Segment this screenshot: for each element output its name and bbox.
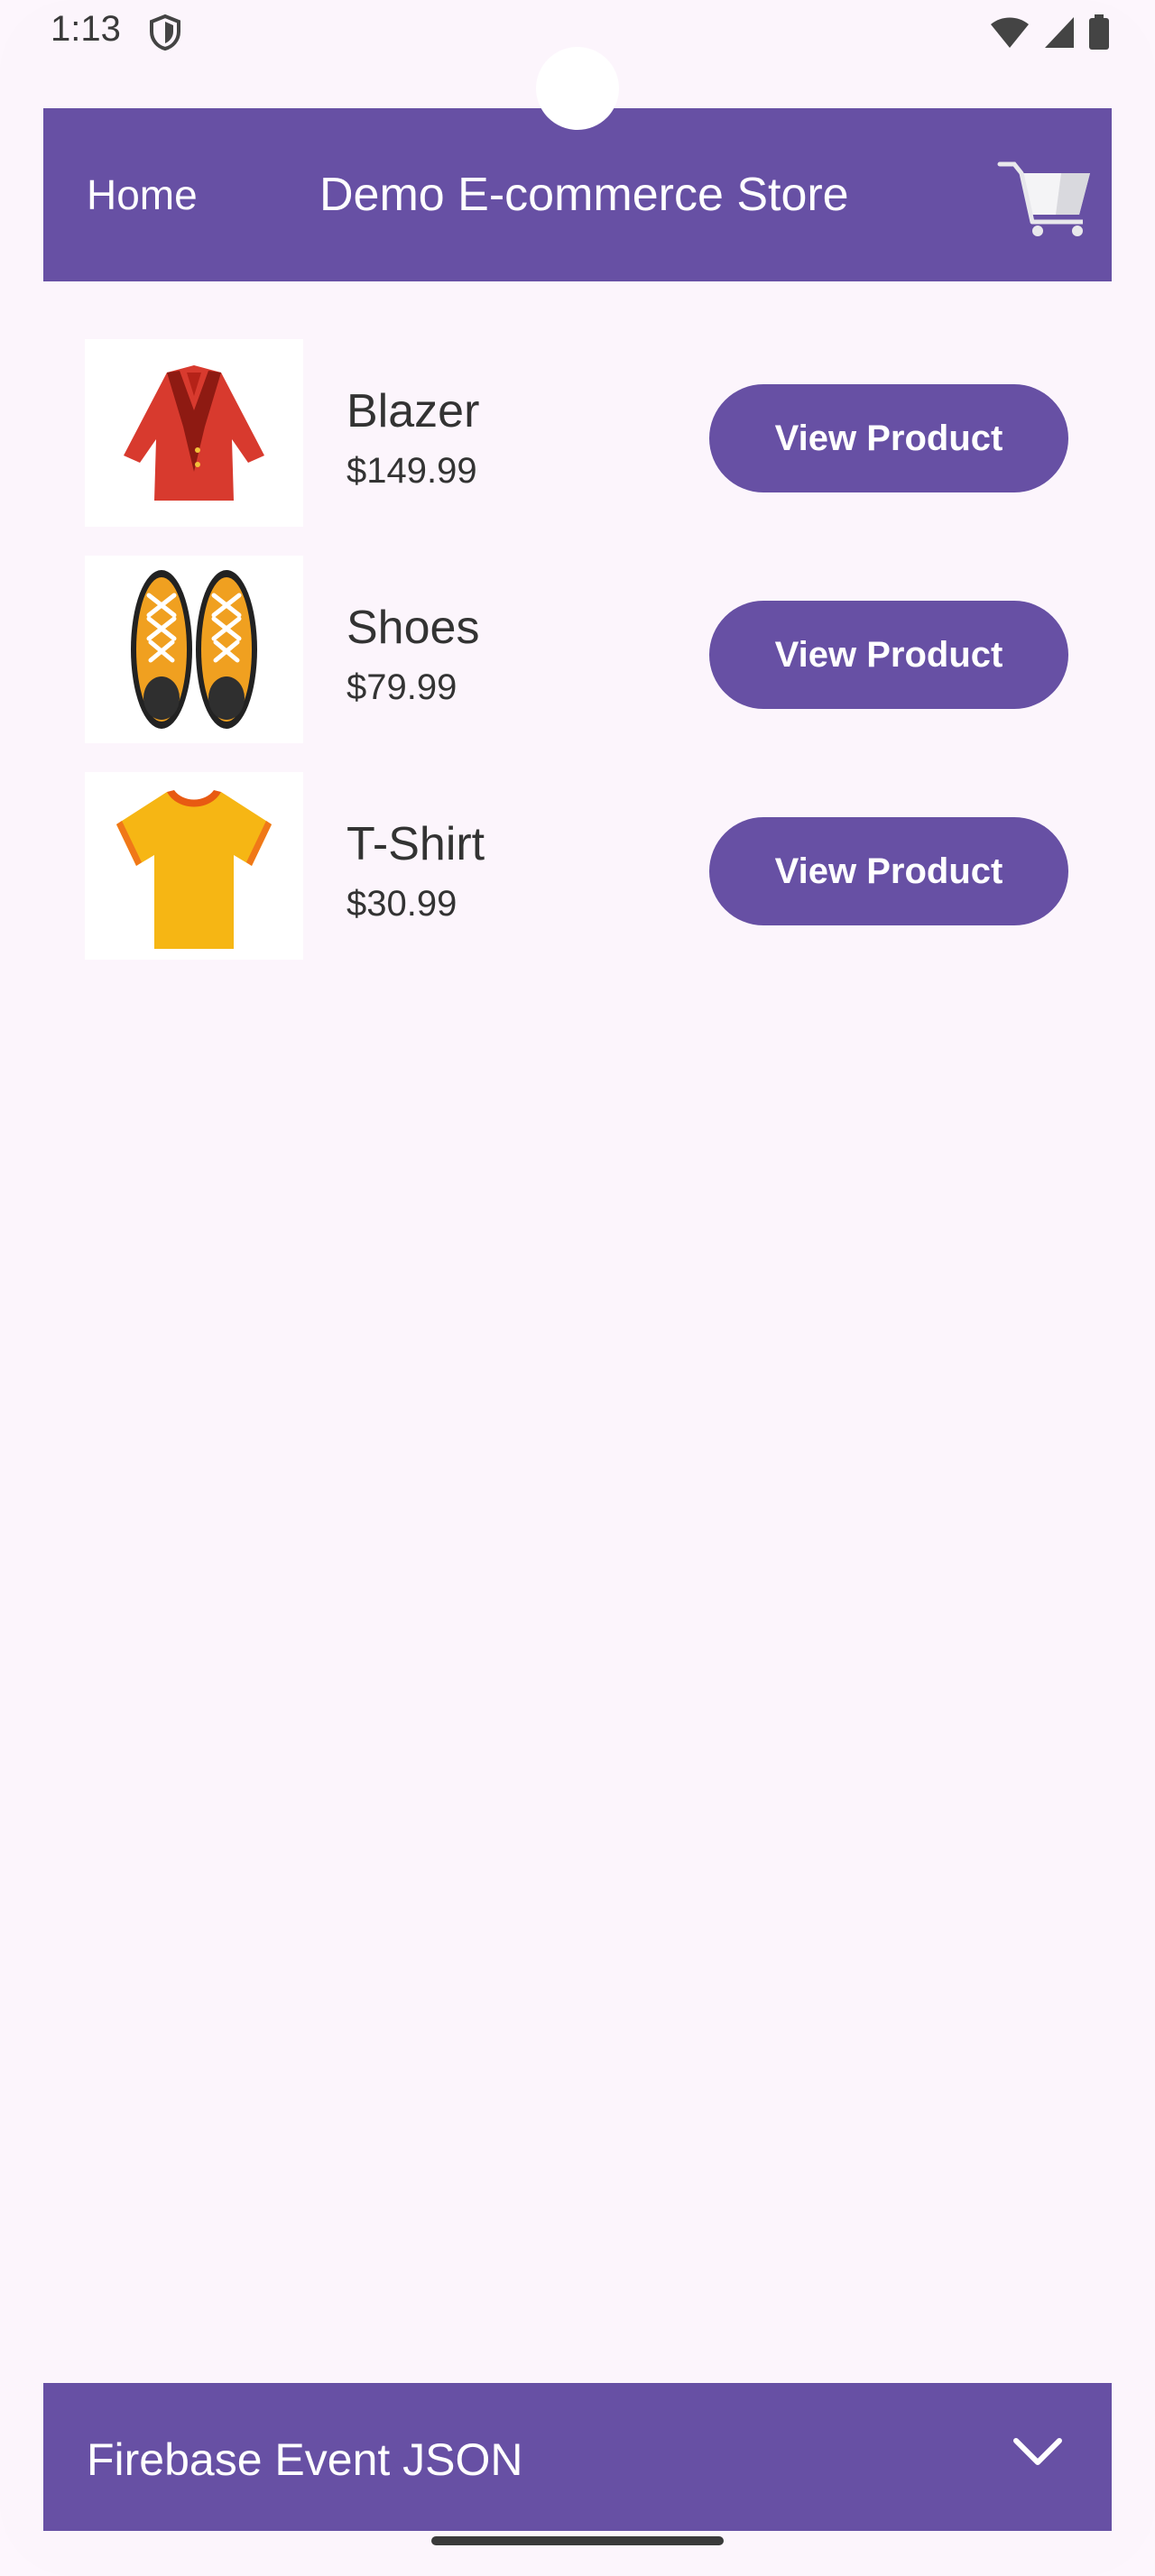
shopping-cart-icon — [996, 161, 1095, 242]
blazer-image — [85, 339, 303, 527]
home-link[interactable]: Home — [87, 108, 198, 281]
top-app-bar: Home Demo E-commerce Store — [43, 108, 1112, 281]
wifi-icon — [989, 15, 1030, 54]
firebase-event-panel[interactable]: Firebase Event JSON — [43, 2383, 1112, 2531]
signal-icon — [1043, 15, 1076, 54]
camera-cutout — [536, 47, 619, 130]
product-row-blazer: Blazer $149.99 View Product — [0, 339, 1155, 527]
view-product-button[interactable]: View Product — [709, 601, 1068, 709]
status-icons — [989, 14, 1110, 55]
store-title: Demo E-commerce Store — [319, 169, 849, 221]
battery-icon — [1088, 14, 1110, 55]
product-name: Blazer — [346, 385, 480, 437]
app-screen: 1:13 Home Demo E-commerce Store Blazer $… — [0, 0, 1155, 2576]
status-time: 1:13 — [51, 9, 121, 49]
product-row-shoes: Shoes $79.99 View Product — [0, 556, 1155, 743]
shoes-image — [85, 556, 303, 743]
firebase-event-title: Firebase Event JSON — [87, 2434, 523, 2485]
product-price: $30.99 — [346, 884, 457, 924]
product-row-tshirt: T-Shirt $30.99 View Product — [0, 772, 1155, 960]
home-indicator[interactable] — [431, 2536, 724, 2545]
view-product-button[interactable]: View Product — [709, 817, 1068, 925]
product-name: Shoes — [346, 602, 480, 654]
cart-button[interactable] — [996, 157, 1095, 238]
product-price: $79.99 — [346, 667, 457, 707]
view-product-button[interactable]: View Product — [709, 384, 1068, 492]
product-price: $149.99 — [346, 451, 477, 491]
tshirt-image — [85, 772, 303, 960]
product-name: T-Shirt — [346, 818, 485, 870]
shield-icon — [150, 14, 180, 55]
chevron-down-icon[interactable] — [1012, 2437, 1063, 2472]
